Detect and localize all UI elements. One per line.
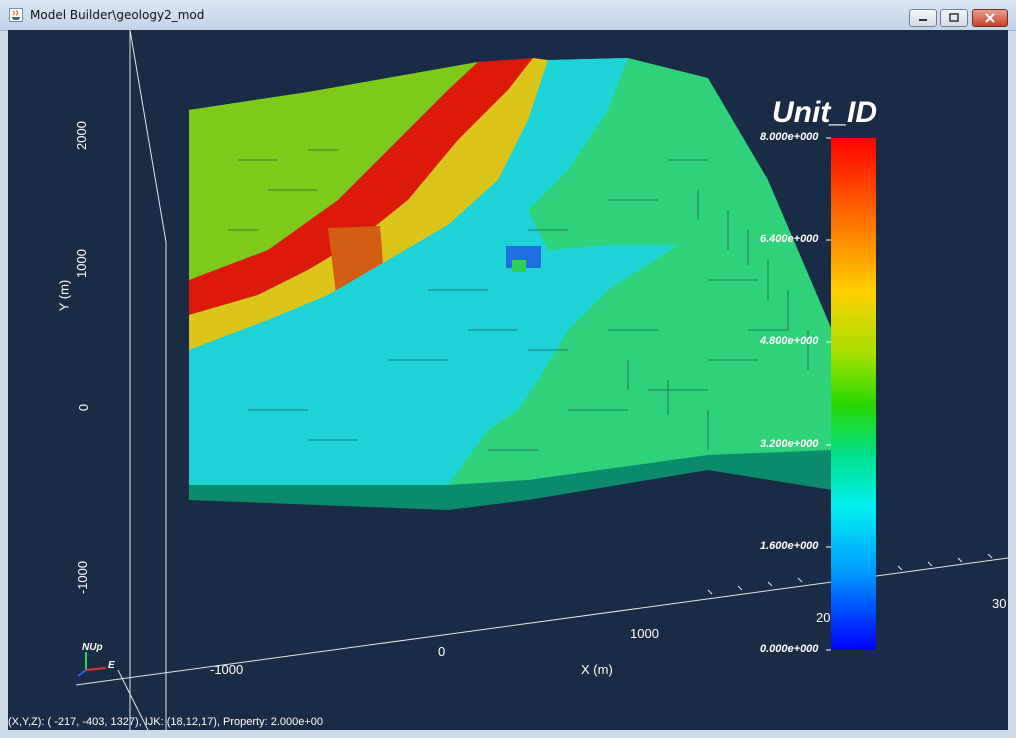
status-bar: (X,Y,Z): ( -217, -403, 1327), IJK: (18,1… [8, 716, 323, 728]
x-axis-label: X (m) [581, 662, 613, 677]
legend-colorbar [831, 138, 876, 650]
y-tick-1000: 1000 [73, 249, 89, 278]
close-icon [985, 13, 995, 23]
y-tick-2000: 2000 [73, 121, 89, 150]
legend-title: Unit_ID [772, 96, 877, 129]
legend-tick-3: 3.200e+000 [760, 438, 819, 450]
maximize-icon [949, 13, 959, 22]
orientation-widget [77, 652, 107, 677]
stray-label: 20 [816, 610, 831, 625]
y-tick-0: 0 [76, 403, 92, 412]
y-tick-neg1000: -1000 [75, 560, 91, 595]
app-window: Model Builder\geology2_mod 2000 1000 0 -… [0, 0, 1016, 738]
maximize-button[interactable] [940, 9, 968, 27]
orientation-e: E [108, 660, 115, 671]
orientation-nup: NUp [82, 642, 103, 653]
x-tick-30: 30 [992, 596, 1007, 611]
minimize-icon [919, 19, 927, 21]
window-title: Model Builder\geology2_mod [30, 8, 205, 22]
3d-viewport[interactable]: 2000 1000 0 -1000 Y (m) -1000 0 1000 30 … [8, 30, 1008, 730]
legend-tick-1: 6.400e+000 [760, 233, 819, 245]
unit-green-spot [512, 260, 526, 272]
close-button[interactable] [972, 9, 1008, 27]
java-app-icon [9, 8, 23, 22]
x-tick-neg1000: -1000 [210, 662, 244, 677]
y-axis-label: Y (m) [56, 279, 72, 312]
x-tick-1000: 1000 [630, 626, 659, 641]
legend-tick-5: 0.000e+000 [760, 643, 819, 655]
legend-tick-0: 8.000e+000 [760, 131, 819, 143]
minimize-button[interactable] [909, 9, 937, 27]
legend-tick-4: 1.600e+000 [760, 540, 819, 552]
x-tick-0: 0 [438, 644, 446, 659]
legend-tick-2: 4.800e+000 [760, 335, 819, 347]
title-bar[interactable]: Model Builder\geology2_mod [0, 0, 1016, 31]
